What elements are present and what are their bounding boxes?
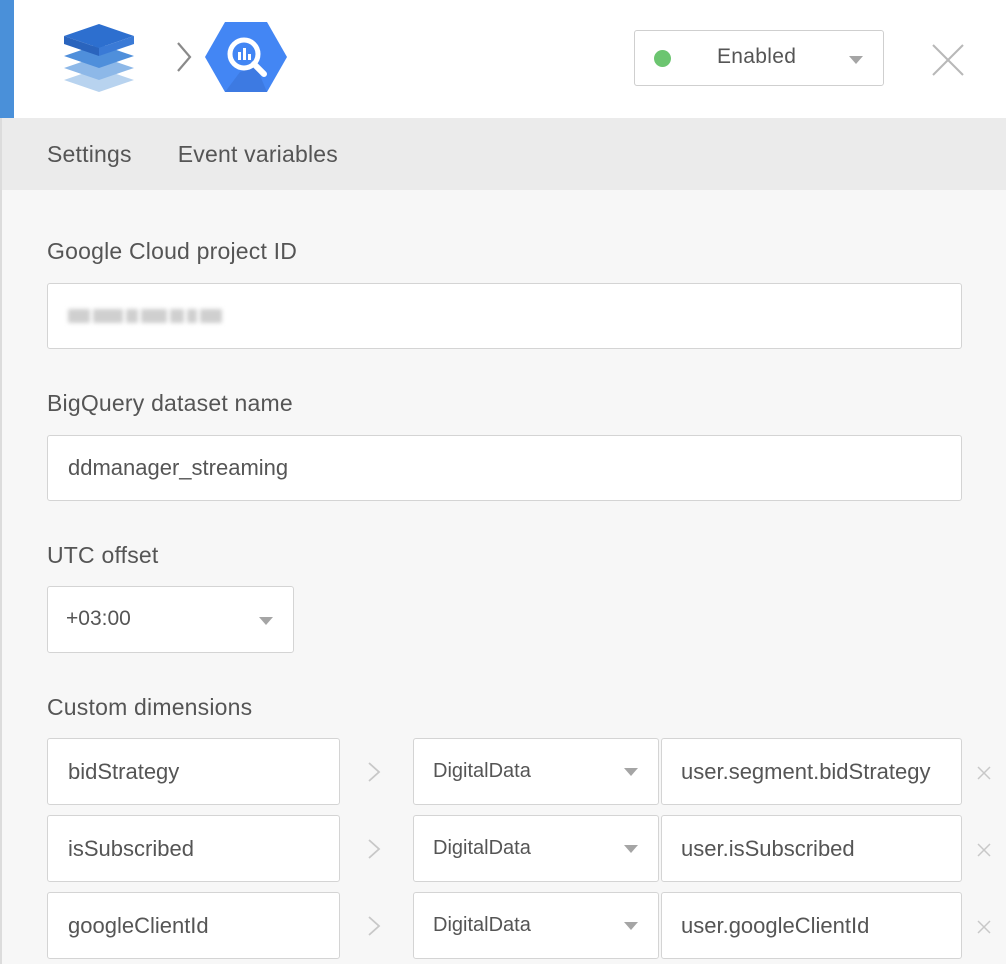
custom-dimensions-label: Custom dimensions — [47, 694, 253, 720]
chevron-right-icon — [368, 762, 381, 782]
layers-icon — [64, 24, 134, 92]
utc-offset-label: UTC offset — [47, 542, 159, 568]
tab-bar: Settings Event variables — [2, 118, 1006, 190]
dimension-name-input[interactable]: isSubscribed — [47, 815, 340, 882]
custom-dimension-row: isSubscribed DigitalData user.isSubscrib… — [47, 815, 992, 883]
status-select[interactable]: Enabled — [634, 30, 884, 86]
dimension-source-value: DigitalData — [433, 760, 531, 782]
chevron-down-icon — [259, 617, 273, 625]
status-indicator-dot — [654, 49, 671, 67]
bigquery-icon — [205, 22, 287, 92]
custom-dimension-row: googleClientId DigitalData user.googleCl… — [47, 892, 992, 960]
utc-offset-value: +03:00 — [66, 607, 131, 630]
dimension-value-input[interactable]: user.isSubscribed — [661, 815, 962, 882]
dimension-source-select[interactable]: DigitalData — [413, 738, 659, 805]
remove-dimension-icon[interactable] — [976, 765, 992, 781]
remove-dimension-icon[interactable] — [976, 919, 992, 935]
panel-header: Enabled — [14, 0, 1006, 118]
utc-offset-select[interactable]: +03:00 — [47, 586, 294, 653]
panel-accent-bar — [0, 0, 14, 118]
dimension-source-value: DigitalData — [433, 837, 531, 859]
chevron-down-icon — [624, 768, 638, 776]
dimension-value-input[interactable]: user.googleClientId — [661, 892, 962, 959]
dimension-name-input[interactable]: googleClientId — [47, 892, 340, 959]
chevron-down-icon — [624, 922, 638, 930]
project-id-redacted-value — [68, 309, 222, 323]
dimension-source-select[interactable]: DigitalData — [413, 892, 659, 959]
remove-dimension-icon[interactable] — [976, 842, 992, 858]
dimension-source-value: DigitalData — [433, 914, 531, 936]
dataset-label: BigQuery dataset name — [47, 390, 293, 416]
tab-settings[interactable]: Settings — [47, 141, 132, 168]
project-id-input[interactable] — [47, 283, 962, 349]
tab-event-variables[interactable]: Event variables — [178, 141, 338, 168]
settings-form: Google Cloud project ID BigQuery dataset… — [2, 190, 1006, 964]
custom-dimension-row: bidStrategy DigitalData user.segment.bid… — [47, 738, 992, 806]
close-icon[interactable] — [930, 42, 966, 78]
dimension-name-input[interactable]: bidStrategy — [47, 738, 340, 805]
dataset-input[interactable]: ddmanager_streaming — [47, 435, 962, 501]
chevron-right-icon — [368, 916, 381, 936]
project-id-label: Google Cloud project ID — [47, 238, 298, 264]
status-select-value: Enabled — [717, 45, 797, 68]
dimension-source-select[interactable]: DigitalData — [413, 815, 659, 882]
dimension-value-input[interactable]: user.segment.bidStrategy — [661, 738, 962, 805]
chevron-right-icon — [177, 42, 192, 72]
chevron-down-icon — [849, 56, 863, 64]
chevron-down-icon — [624, 845, 638, 853]
chevron-right-icon — [368, 839, 381, 859]
